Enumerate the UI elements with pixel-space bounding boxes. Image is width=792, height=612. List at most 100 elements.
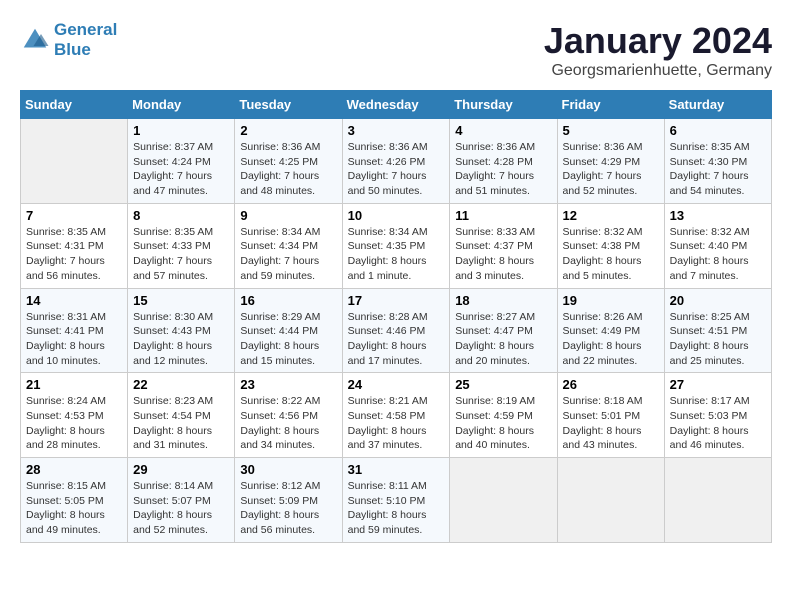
calendar-cell: 22 Sunrise: 8:23 AM Sunset: 4:54 PM Dayli… (128, 373, 235, 458)
day-number: 22 (133, 377, 229, 392)
day-number: 27 (670, 377, 766, 392)
day-info: Sunrise: 8:23 AM Sunset: 4:54 PM Dayligh… (133, 394, 229, 453)
day-info: Sunrise: 8:34 AM Sunset: 4:35 PM Dayligh… (348, 225, 445, 284)
calendar-cell: 13 Sunrise: 8:32 AM Sunset: 4:40 PM Dayli… (664, 203, 771, 288)
calendar-cell: 4 Sunrise: 8:36 AM Sunset: 4:28 PM Daylig… (450, 119, 557, 204)
header-sunday: Sunday (21, 91, 128, 119)
calendar-cell: 6 Sunrise: 8:35 AM Sunset: 4:30 PM Daylig… (664, 119, 771, 204)
calendar-cell: 19 Sunrise: 8:26 AM Sunset: 4:49 PM Dayli… (557, 288, 664, 373)
calendar-cell: 21 Sunrise: 8:24 AM Sunset: 4:53 PM Dayli… (21, 373, 128, 458)
logo-text: General Blue (54, 20, 117, 60)
calendar-cell: 25 Sunrise: 8:19 AM Sunset: 4:59 PM Dayli… (450, 373, 557, 458)
day-number: 17 (348, 293, 445, 308)
day-number: 6 (670, 123, 766, 138)
calendar-cell: 27 Sunrise: 8:17 AM Sunset: 5:03 PM Dayli… (664, 373, 771, 458)
header-tuesday: Tuesday (235, 91, 342, 119)
day-number: 30 (240, 462, 336, 477)
day-info: Sunrise: 8:36 AM Sunset: 4:25 PM Dayligh… (240, 140, 336, 199)
day-number: 12 (563, 208, 659, 223)
day-info: Sunrise: 8:24 AM Sunset: 4:53 PM Dayligh… (26, 394, 122, 453)
day-info: Sunrise: 8:15 AM Sunset: 5:05 PM Dayligh… (26, 479, 122, 538)
day-info: Sunrise: 8:31 AM Sunset: 4:41 PM Dayligh… (26, 310, 122, 369)
calendar-cell: 23 Sunrise: 8:22 AM Sunset: 4:56 PM Dayli… (235, 373, 342, 458)
day-info: Sunrise: 8:32 AM Sunset: 4:38 PM Dayligh… (563, 225, 659, 284)
calendar-cell: 16Sunrise: 8:29 AM Sunset: 4:44 PM Dayli… (235, 288, 342, 373)
day-number: 21 (26, 377, 122, 392)
day-number: 24 (348, 377, 445, 392)
day-info: Sunrise: 8:26 AM Sunset: 4:49 PM Dayligh… (563, 310, 659, 369)
day-info: Sunrise: 8:19 AM Sunset: 4:59 PM Dayligh… (455, 394, 551, 453)
calendar-cell: 29Sunrise: 8:14 AM Sunset: 5:07 PM Dayli… (128, 458, 235, 543)
week-row-5: 28 Sunrise: 8:15 AM Sunset: 5:05 PM Dayli… (21, 458, 772, 543)
day-info: Sunrise: 8:12 AM Sunset: 5:09 PM Dayligh… (240, 479, 336, 538)
header-thursday: Thursday (450, 91, 557, 119)
day-info: Sunrise: 8:32 AM Sunset: 4:40 PM Dayligh… (670, 225, 766, 284)
calendar-cell: 17 Sunrise: 8:28 AM Sunset: 4:46 PM Dayli… (342, 288, 450, 373)
day-info: Sunrise: 8:17 AM Sunset: 5:03 PM Dayligh… (670, 394, 766, 453)
day-info: Sunrise: 8:34 AM Sunset: 4:34 PM Dayligh… (240, 225, 336, 284)
location-title: Georgsmarienhuette, Germany (544, 62, 772, 80)
calendar-cell (21, 119, 128, 204)
calendar-cell: 31 Sunrise: 8:11 AM Sunset: 5:10 PM Dayli… (342, 458, 450, 543)
day-info: Sunrise: 8:36 AM Sunset: 4:29 PM Dayligh… (563, 140, 659, 199)
page-header: General Blue January 2024 Georgsmarienhu… (20, 20, 772, 80)
day-number: 26 (563, 377, 659, 392)
day-info: Sunrise: 8:22 AM Sunset: 4:56 PM Dayligh… (240, 394, 336, 453)
calendar-cell (557, 458, 664, 543)
logo: General Blue (20, 20, 117, 60)
day-number: 14 (26, 293, 122, 308)
calendar-cell: 5 Sunrise: 8:36 AM Sunset: 4:29 PM Daylig… (557, 119, 664, 204)
day-number: 11 (455, 208, 551, 223)
day-number: 15 (133, 293, 229, 308)
day-number: 13 (670, 208, 766, 223)
day-number: 7 (26, 208, 122, 223)
day-number: 25 (455, 377, 551, 392)
day-info: Sunrise: 8:30 AM Sunset: 4:43 PM Dayligh… (133, 310, 229, 369)
week-row-4: 21 Sunrise: 8:24 AM Sunset: 4:53 PM Dayli… (21, 373, 772, 458)
day-info: Sunrise: 8:27 AM Sunset: 4:47 PM Dayligh… (455, 310, 551, 369)
day-number: 28 (26, 462, 122, 477)
day-info: Sunrise: 8:36 AM Sunset: 4:28 PM Dayligh… (455, 140, 551, 199)
calendar-cell: 14 Sunrise: 8:31 AM Sunset: 4:41 PM Dayli… (21, 288, 128, 373)
header-monday: Monday (128, 91, 235, 119)
day-number: 31 (348, 462, 445, 477)
calendar-cell: 15 Sunrise: 8:30 AM Sunset: 4:43 PM Dayli… (128, 288, 235, 373)
day-number: 9 (240, 208, 336, 223)
day-number: 4 (455, 123, 551, 138)
day-info: Sunrise: 8:14 AM Sunset: 5:07 PM Dayligh… (133, 479, 229, 538)
day-info: Sunrise: 8:11 AM Sunset: 5:10 PM Dayligh… (348, 479, 445, 538)
calendar-cell: 28 Sunrise: 8:15 AM Sunset: 5:05 PM Dayli… (21, 458, 128, 543)
calendar-cell: 1Sunrise: 8:37 AM Sunset: 4:24 PM Daylig… (128, 119, 235, 204)
calendar-cell: 11 Sunrise: 8:33 AM Sunset: 4:37 PM Dayli… (450, 203, 557, 288)
day-number: 19 (563, 293, 659, 308)
calendar-cell: 2 Sunrise: 8:36 AM Sunset: 4:25 PM Daylig… (235, 119, 342, 204)
day-number: 5 (563, 123, 659, 138)
calendar-cell (664, 458, 771, 543)
day-info: Sunrise: 8:36 AM Sunset: 4:26 PM Dayligh… (348, 140, 445, 199)
day-number: 10 (348, 208, 445, 223)
calendar-cell: 20Sunrise: 8:25 AM Sunset: 4:51 PM Dayli… (664, 288, 771, 373)
week-row-1: 1Sunrise: 8:37 AM Sunset: 4:24 PM Daylig… (21, 119, 772, 204)
logo-icon (20, 25, 50, 55)
calendar-cell: 12 Sunrise: 8:32 AM Sunset: 4:38 PM Dayli… (557, 203, 664, 288)
calendar-cell: 8Sunrise: 8:35 AM Sunset: 4:33 PM Daylig… (128, 203, 235, 288)
calendar-cell: 10 Sunrise: 8:34 AM Sunset: 4:35 PM Dayli… (342, 203, 450, 288)
day-number: 23 (240, 377, 336, 392)
week-row-2: 7Sunrise: 8:35 AM Sunset: 4:31 PM Daylig… (21, 203, 772, 288)
calendar-cell: 18Sunrise: 8:27 AM Sunset: 4:47 PM Dayli… (450, 288, 557, 373)
header-saturday: Saturday (664, 91, 771, 119)
day-info: Sunrise: 8:33 AM Sunset: 4:37 PM Dayligh… (455, 225, 551, 284)
day-info: Sunrise: 8:18 AM Sunset: 5:01 PM Dayligh… (563, 394, 659, 453)
day-info: Sunrise: 8:25 AM Sunset: 4:51 PM Dayligh… (670, 310, 766, 369)
title-area: January 2024 Georgsmarienhuette, Germany (544, 20, 772, 80)
day-info: Sunrise: 8:35 AM Sunset: 4:30 PM Dayligh… (670, 140, 766, 199)
day-info: Sunrise: 8:35 AM Sunset: 4:33 PM Dayligh… (133, 225, 229, 284)
day-number: 2 (240, 123, 336, 138)
calendar-cell: 9 Sunrise: 8:34 AM Sunset: 4:34 PM Daylig… (235, 203, 342, 288)
calendar-cell: 24Sunrise: 8:21 AM Sunset: 4:58 PM Dayli… (342, 373, 450, 458)
calendar-cell: 30 Sunrise: 8:12 AM Sunset: 5:09 PM Dayli… (235, 458, 342, 543)
calendar-cell (450, 458, 557, 543)
calendar-cell: 26 Sunrise: 8:18 AM Sunset: 5:01 PM Dayli… (557, 373, 664, 458)
header-wednesday: Wednesday (342, 91, 450, 119)
day-info: Sunrise: 8:28 AM Sunset: 4:46 PM Dayligh… (348, 310, 445, 369)
